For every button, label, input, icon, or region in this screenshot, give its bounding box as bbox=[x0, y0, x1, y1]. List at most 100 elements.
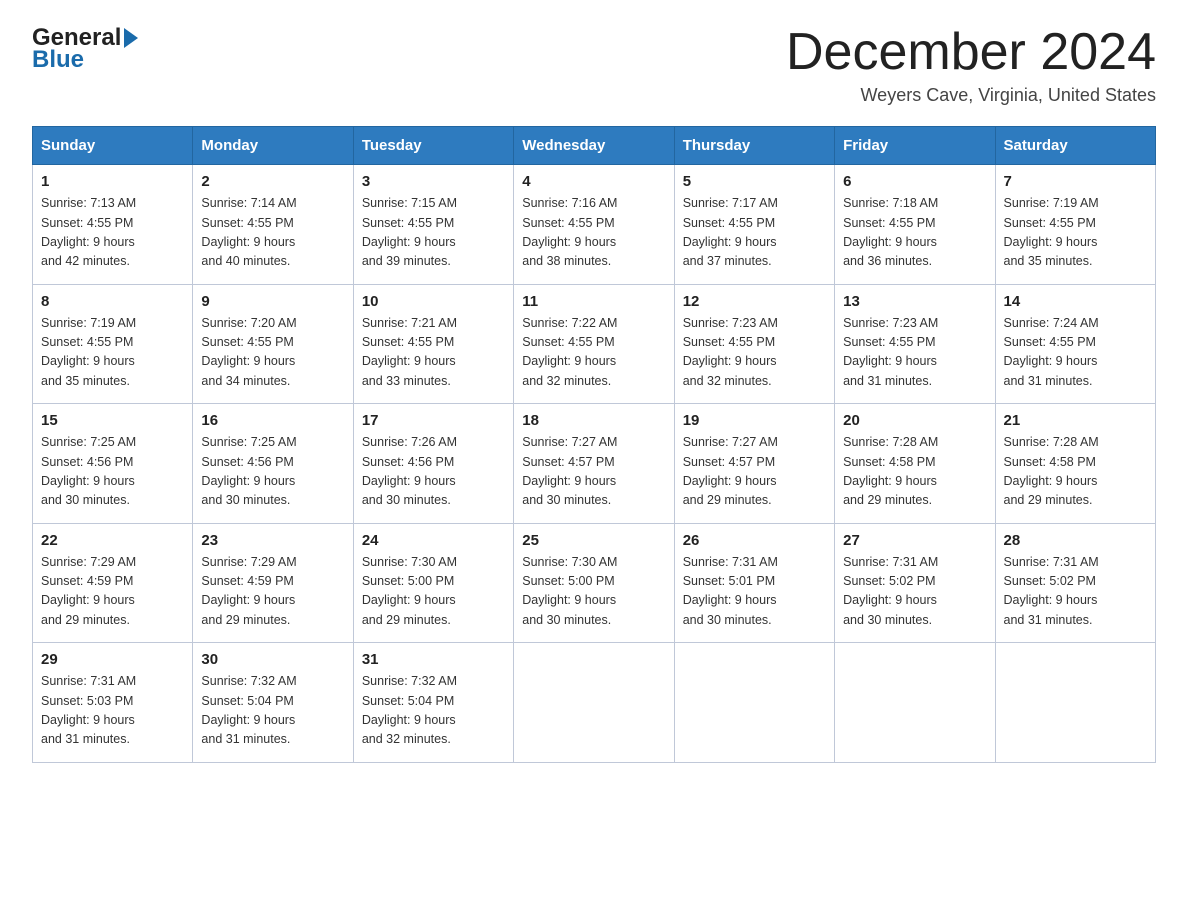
day-info: Sunrise: 7:14 AMSunset: 4:55 PMDaylight:… bbox=[201, 194, 344, 272]
day-number: 4 bbox=[522, 173, 665, 190]
day-info: Sunrise: 7:15 AMSunset: 4:55 PMDaylight:… bbox=[362, 194, 505, 272]
day-info: Sunrise: 7:29 AMSunset: 4:59 PMDaylight:… bbox=[201, 553, 344, 631]
day-info: Sunrise: 7:21 AMSunset: 4:55 PMDaylight:… bbox=[362, 314, 505, 392]
day-info: Sunrise: 7:19 AMSunset: 4:55 PMDaylight:… bbox=[1004, 194, 1147, 272]
day-number: 7 bbox=[1004, 173, 1147, 190]
day-number: 2 bbox=[201, 173, 344, 190]
calendar-cell: 23 Sunrise: 7:29 AMSunset: 4:59 PMDayligh… bbox=[193, 523, 353, 643]
day-number: 31 bbox=[362, 651, 505, 668]
calendar-subtitle: Weyers Cave, Virginia, United States bbox=[786, 85, 1156, 106]
calendar-table: SundayMondayTuesdayWednesdayThursdayFrid… bbox=[32, 126, 1156, 763]
calendar-cell: 22Sunrise: 7:29 AMSunset: 4:59 PMDayligh… bbox=[33, 523, 193, 643]
day-number: 3 bbox=[362, 173, 505, 190]
calendar-cell bbox=[835, 643, 995, 763]
day-number: 5 bbox=[683, 173, 826, 190]
day-info: Sunrise: 7:25 AMSunset: 4:56 PMDaylight:… bbox=[201, 433, 344, 511]
day-number: 24 bbox=[362, 532, 505, 549]
calendar-cell: 29 Sunrise: 7:31 AMSunset: 5:03 PMDayligh… bbox=[33, 643, 193, 763]
calendar-cell: 13 Sunrise: 7:23 AMSunset: 4:55 PMDayligh… bbox=[835, 284, 995, 404]
calendar-cell: 26 Sunrise: 7:31 AMSunset: 5:01 PMDayligh… bbox=[674, 523, 834, 643]
day-number: 28 bbox=[1004, 532, 1147, 549]
calendar-cell: 27Sunrise: 7:31 AMSunset: 5:02 PMDayligh… bbox=[835, 523, 995, 643]
day-info: Sunrise: 7:18 AMSunset: 4:55 PMDaylight:… bbox=[843, 194, 986, 272]
calendar-cell bbox=[674, 643, 834, 763]
day-info: Sunrise: 7:32 AMSunset: 5:04 PMDaylight:… bbox=[201, 672, 344, 750]
day-info: Sunrise: 7:31 AMSunset: 5:03 PMDaylight:… bbox=[41, 672, 184, 750]
calendar-cell: 19Sunrise: 7:27 AMSunset: 4:57 PMDayligh… bbox=[674, 404, 834, 524]
day-info: Sunrise: 7:25 AMSunset: 4:56 PMDaylight:… bbox=[41, 433, 184, 511]
day-info: Sunrise: 7:19 AMSunset: 4:55 PMDaylight:… bbox=[41, 314, 184, 392]
logo-triangle-icon bbox=[124, 28, 138, 48]
title-area: December 2024 Weyers Cave, Virginia, Uni… bbox=[786, 24, 1156, 106]
calendar-cell: 6 Sunrise: 7:18 AMSunset: 4:55 PMDaylight… bbox=[835, 165, 995, 285]
day-number: 15 bbox=[41, 412, 184, 429]
day-number: 30 bbox=[201, 651, 344, 668]
day-number: 20 bbox=[843, 412, 986, 429]
calendar-cell: 8 Sunrise: 7:19 AMSunset: 4:55 PMDaylight… bbox=[33, 284, 193, 404]
day-number: 26 bbox=[683, 532, 826, 549]
calendar-title: December 2024 bbox=[786, 24, 1156, 81]
day-number: 14 bbox=[1004, 293, 1147, 310]
day-info: Sunrise: 7:31 AMSunset: 5:01 PMDaylight:… bbox=[683, 553, 826, 631]
calendar-cell: 12 Sunrise: 7:23 AMSunset: 4:55 PMDayligh… bbox=[674, 284, 834, 404]
calendar-cell: 21 Sunrise: 7:28 AMSunset: 4:58 PMDayligh… bbox=[995, 404, 1155, 524]
weekday-header-monday: Monday bbox=[193, 127, 353, 165]
day-info: Sunrise: 7:29 AMSunset: 4:59 PMDaylight:… bbox=[41, 553, 184, 631]
calendar-cell: 18 Sunrise: 7:27 AMSunset: 4:57 PMDayligh… bbox=[514, 404, 674, 524]
week-row-5: 29 Sunrise: 7:31 AMSunset: 5:03 PMDayligh… bbox=[33, 643, 1156, 763]
week-row-4: 22Sunrise: 7:29 AMSunset: 4:59 PMDayligh… bbox=[33, 523, 1156, 643]
day-info: Sunrise: 7:31 AMSunset: 5:02 PMDaylight:… bbox=[843, 553, 986, 631]
calendar-cell: 1 Sunrise: 7:13 AMSunset: 4:55 PMDaylight… bbox=[33, 165, 193, 285]
day-number: 12 bbox=[683, 293, 826, 310]
weekday-header-saturday: Saturday bbox=[995, 127, 1155, 165]
calendar-cell: 20 Sunrise: 7:28 AMSunset: 4:58 PMDayligh… bbox=[835, 404, 995, 524]
day-info: Sunrise: 7:28 AMSunset: 4:58 PMDaylight:… bbox=[1004, 433, 1147, 511]
day-number: 17 bbox=[362, 412, 505, 429]
calendar-cell: 7 Sunrise: 7:19 AMSunset: 4:55 PMDaylight… bbox=[995, 165, 1155, 285]
calendar-cell: 30 Sunrise: 7:32 AMSunset: 5:04 PMDayligh… bbox=[193, 643, 353, 763]
day-info: Sunrise: 7:27 AMSunset: 4:57 PMDaylight:… bbox=[522, 433, 665, 511]
week-row-2: 8 Sunrise: 7:19 AMSunset: 4:55 PMDaylight… bbox=[33, 284, 1156, 404]
day-number: 6 bbox=[843, 173, 986, 190]
day-info: Sunrise: 7:30 AMSunset: 5:00 PMDaylight:… bbox=[362, 553, 505, 631]
calendar-cell bbox=[995, 643, 1155, 763]
calendar-cell: 15 Sunrise: 7:25 AMSunset: 4:56 PMDayligh… bbox=[33, 404, 193, 524]
calendar-cell: 2 Sunrise: 7:14 AMSunset: 4:55 PMDaylight… bbox=[193, 165, 353, 285]
calendar-cell: 17 Sunrise: 7:26 AMSunset: 4:56 PMDayligh… bbox=[353, 404, 513, 524]
weekday-header-wednesday: Wednesday bbox=[514, 127, 674, 165]
day-info: Sunrise: 7:31 AMSunset: 5:02 PMDaylight:… bbox=[1004, 553, 1147, 631]
day-number: 18 bbox=[522, 412, 665, 429]
week-row-3: 15 Sunrise: 7:25 AMSunset: 4:56 PMDayligh… bbox=[33, 404, 1156, 524]
day-info: Sunrise: 7:27 AMSunset: 4:57 PMDaylight:… bbox=[683, 433, 826, 511]
day-info: Sunrise: 7:24 AMSunset: 4:55 PMDaylight:… bbox=[1004, 314, 1147, 392]
day-number: 16 bbox=[201, 412, 344, 429]
day-number: 11 bbox=[522, 293, 665, 310]
day-number: 23 bbox=[201, 532, 344, 549]
day-info: Sunrise: 7:16 AMSunset: 4:55 PMDaylight:… bbox=[522, 194, 665, 272]
calendar-cell: 10Sunrise: 7:21 AMSunset: 4:55 PMDayligh… bbox=[353, 284, 513, 404]
day-info: Sunrise: 7:23 AMSunset: 4:55 PMDaylight:… bbox=[843, 314, 986, 392]
day-info: Sunrise: 7:23 AMSunset: 4:55 PMDaylight:… bbox=[683, 314, 826, 392]
weekday-header-sunday: Sunday bbox=[33, 127, 193, 165]
day-info: Sunrise: 7:13 AMSunset: 4:55 PMDaylight:… bbox=[41, 194, 184, 272]
day-number: 1 bbox=[41, 173, 184, 190]
day-number: 21 bbox=[1004, 412, 1147, 429]
calendar-cell: 9Sunrise: 7:20 AMSunset: 4:55 PMDaylight… bbox=[193, 284, 353, 404]
day-number: 29 bbox=[41, 651, 184, 668]
page-header: General Blue December 2024 Weyers Cave, … bbox=[32, 24, 1156, 106]
day-number: 9 bbox=[201, 293, 344, 310]
day-number: 25 bbox=[522, 532, 665, 549]
day-info: Sunrise: 7:26 AMSunset: 4:56 PMDaylight:… bbox=[362, 433, 505, 511]
day-number: 13 bbox=[843, 293, 986, 310]
calendar-cell: 25 Sunrise: 7:30 AMSunset: 5:00 PMDayligh… bbox=[514, 523, 674, 643]
logo: General Blue bbox=[32, 24, 138, 74]
week-row-1: 1 Sunrise: 7:13 AMSunset: 4:55 PMDaylight… bbox=[33, 165, 1156, 285]
calendar-cell: 14 Sunrise: 7:24 AMSunset: 4:55 PMDayligh… bbox=[995, 284, 1155, 404]
day-number: 8 bbox=[41, 293, 184, 310]
weekday-header-friday: Friday bbox=[835, 127, 995, 165]
day-info: Sunrise: 7:28 AMSunset: 4:58 PMDaylight:… bbox=[843, 433, 986, 511]
day-info: Sunrise: 7:30 AMSunset: 5:00 PMDaylight:… bbox=[522, 553, 665, 631]
calendar-cell: 11Sunrise: 7:22 AMSunset: 4:55 PMDayligh… bbox=[514, 284, 674, 404]
day-info: Sunrise: 7:32 AMSunset: 5:04 PMDaylight:… bbox=[362, 672, 505, 750]
calendar-cell: 4 Sunrise: 7:16 AMSunset: 4:55 PMDaylight… bbox=[514, 165, 674, 285]
